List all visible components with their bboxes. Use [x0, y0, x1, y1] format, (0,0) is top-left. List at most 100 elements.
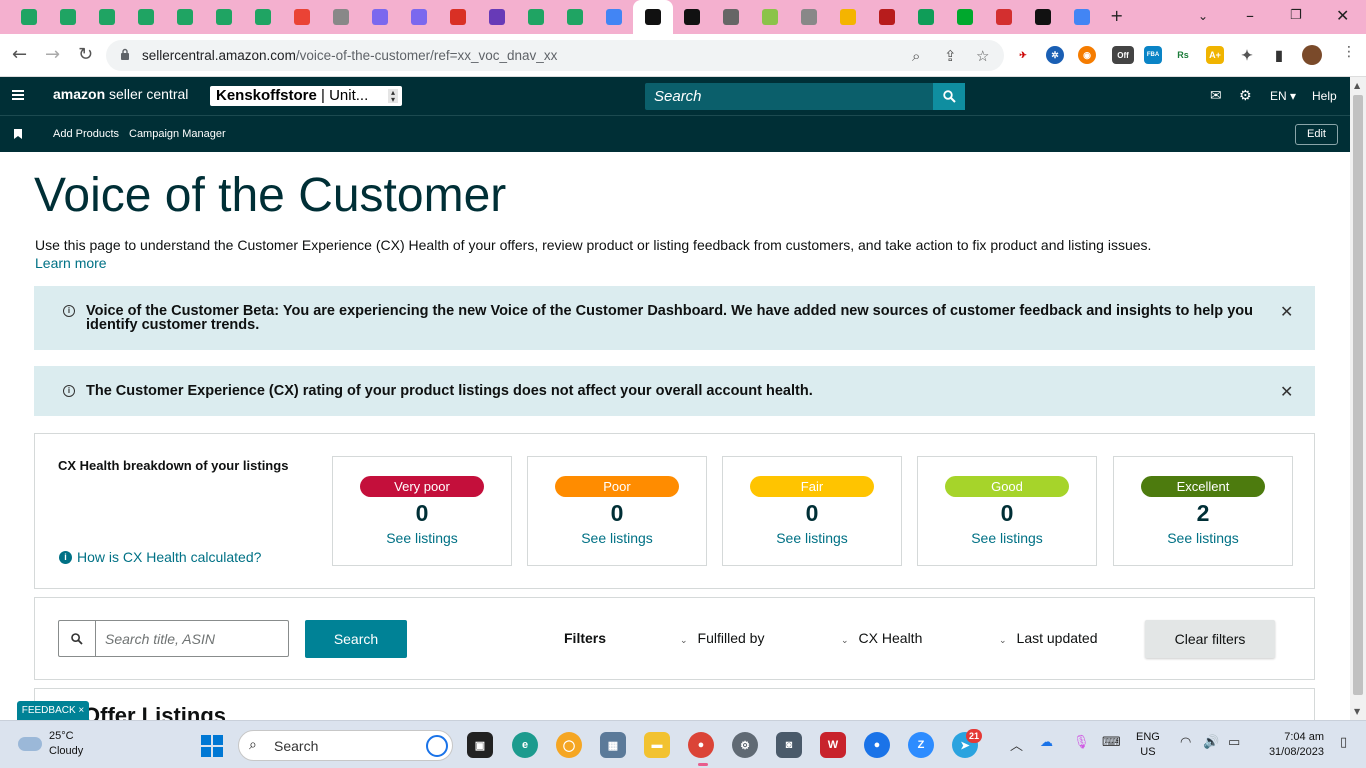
- filter-last-updated[interactable]: ⌄ Last updated: [999, 630, 1098, 646]
- seller-central-logo[interactable]: amazon seller central: [53, 86, 188, 102]
- browser-tab[interactable]: [914, 5, 938, 29]
- browser-tab[interactable]: [485, 5, 509, 29]
- nav-add-products[interactable]: Add Products: [53, 128, 119, 140]
- clear-filters-button[interactable]: Clear filters: [1145, 620, 1275, 658]
- browser-tab[interactable]: [1031, 5, 1055, 29]
- zoom-app-icon[interactable]: Z: [908, 732, 934, 758]
- header-search[interactable]: Search: [645, 83, 965, 110]
- browser-tab[interactable]: [680, 5, 704, 29]
- search-button[interactable]: Search: [305, 620, 407, 658]
- side-panel-icon[interactable]: ▮: [1270, 46, 1288, 64]
- battery-icon[interactable]: ▭: [1228, 735, 1240, 750]
- listing-search-input[interactable]: Search title, ASIN: [58, 620, 289, 657]
- browser-tab[interactable]: [563, 5, 587, 29]
- share-icon[interactable]: ⇪: [944, 47, 957, 65]
- browser-tab[interactable]: [992, 5, 1016, 29]
- extension-icon[interactable]: ✈: [1014, 46, 1032, 64]
- chrome-icon[interactable]: ●: [688, 732, 714, 758]
- volume-icon[interactable]: 🔊: [1203, 735, 1219, 750]
- browser-tab[interactable]: [797, 5, 821, 29]
- browser-tab[interactable]: [17, 5, 41, 29]
- scrollbar-thumb[interactable]: [1353, 95, 1363, 695]
- extension-icon[interactable]: ✲: [1046, 46, 1064, 64]
- extension-fba-icon[interactable]: FBA: [1144, 46, 1162, 64]
- mail-icon[interactable]: ✉: [1210, 88, 1222, 104]
- weather-widget[interactable]: 25°C Cloudy: [18, 729, 83, 759]
- browser-tab[interactable]: [836, 5, 860, 29]
- profile-avatar[interactable]: [1302, 45, 1322, 65]
- tray-overflow-icon[interactable]: ︿: [1010, 735, 1023, 754]
- extension-icon[interactable]: Rs: [1174, 46, 1192, 64]
- task-view-icon[interactable]: ▣: [467, 732, 493, 758]
- wifi-icon[interactable]: ◠: [1180, 735, 1191, 750]
- restore-icon[interactable]: ❐: [1290, 8, 1302, 23]
- browser-tab[interactable]: [56, 5, 80, 29]
- windows-start-icon[interactable]: [201, 735, 223, 757]
- tab-search-chevron-icon[interactable]: ⌄: [1198, 9, 1208, 23]
- calculator-icon[interactable]: ▦: [600, 732, 626, 758]
- browser-tab[interactable]: [173, 5, 197, 29]
- cx-health-how-link[interactable]: i How is CX Health calculated?: [59, 549, 261, 565]
- browser-tab[interactable]: [719, 5, 743, 29]
- edit-bookmarks-button[interactable]: Edit: [1295, 124, 1338, 145]
- close-window-icon[interactable]: ✕: [1336, 6, 1349, 25]
- browser-tab[interactable]: [134, 5, 158, 29]
- browser-tab[interactable]: [1070, 5, 1094, 29]
- browser-tab[interactable]: [633, 0, 673, 34]
- settings-gear-icon[interactable]: ⚙: [732, 732, 758, 758]
- chrome-profile-icon[interactable]: ●: [864, 732, 890, 758]
- browser-tab[interactable]: [290, 5, 314, 29]
- browser-tab[interactable]: [329, 5, 353, 29]
- browser-tab[interactable]: [875, 5, 899, 29]
- file-explorer-icon[interactable]: ▬: [644, 732, 670, 758]
- zoom-icon[interactable]: ⌕: [912, 47, 920, 65]
- browser-tab[interactable]: [368, 5, 392, 29]
- see-listings-link[interactable]: See listings: [333, 530, 511, 546]
- filter-fulfilled-by[interactable]: ⌄ Fulfilled by: [680, 630, 764, 646]
- extension-off-badge[interactable]: Off: [1112, 46, 1134, 64]
- camera-icon[interactable]: ◙: [776, 732, 802, 758]
- store-selector[interactable]: Kenskoffstore | Unit... ▴ ▾: [210, 86, 402, 106]
- browser-tab[interactable]: [251, 5, 275, 29]
- language-indicator[interactable]: ENG US: [1136, 730, 1160, 760]
- browser-tab[interactable]: [407, 5, 431, 29]
- browser-tab[interactable]: [95, 5, 119, 29]
- reload-icon[interactable]: ↻: [78, 44, 93, 65]
- new-tab-button[interactable]: +: [1110, 6, 1123, 25]
- browser-menu-icon[interactable]: ⋮: [1342, 44, 1356, 60]
- close-alert-icon[interactable]: ✕: [1280, 382, 1293, 401]
- browser-tab[interactable]: [524, 5, 548, 29]
- minimize-icon[interactable]: –: [1246, 6, 1254, 25]
- browser-tab[interactable]: [602, 5, 626, 29]
- browser-tab[interactable]: [758, 5, 782, 29]
- back-icon[interactable]: ←: [12, 44, 27, 65]
- bing-icon[interactable]: [426, 735, 448, 757]
- notifications-icon[interactable]: ▯: [1340, 735, 1347, 750]
- page-scrollbar[interactable]: ▲ ▼: [1350, 77, 1366, 720]
- edge-icon[interactable]: e: [512, 732, 538, 758]
- feedback-button[interactable]: FEEDBACK ×: [17, 701, 89, 720]
- clock[interactable]: 7:04 am 31/08/2023: [1258, 730, 1324, 760]
- scroll-down-icon[interactable]: ▼: [1354, 707, 1360, 716]
- browser-tab[interactable]: [953, 5, 977, 29]
- see-listings-link[interactable]: See listings: [918, 530, 1096, 546]
- bookmark-star-icon[interactable]: ☆: [976, 47, 989, 65]
- menu-hamburger-icon[interactable]: [12, 90, 24, 100]
- extension-icon[interactable]: ◉: [1078, 46, 1096, 64]
- scroll-up-icon[interactable]: ▲: [1354, 81, 1360, 90]
- help-link[interactable]: Help: [1312, 89, 1337, 103]
- language-selector[interactable]: EN ▾: [1270, 89, 1296, 103]
- wps-icon[interactable]: W: [820, 732, 846, 758]
- filter-cx-health[interactable]: ⌄ CX Health: [841, 630, 922, 646]
- keyboard-icon[interactable]: ⌨: [1102, 735, 1121, 750]
- extensions-puzzle-icon[interactable]: ✦: [1238, 46, 1256, 64]
- browser-tab[interactable]: [446, 5, 470, 29]
- address-bar[interactable]: sellercentral.amazon.com/voice-of-the-cu…: [106, 40, 1004, 71]
- app-icon[interactable]: ◯: [556, 732, 582, 758]
- microphone-icon[interactable]: 🎙: [1073, 735, 1090, 750]
- nav-campaign-manager[interactable]: Campaign Manager: [129, 128, 226, 140]
- header-search-button[interactable]: [933, 83, 965, 110]
- learn-more-link[interactable]: Learn more: [35, 255, 107, 271]
- browser-tab[interactable]: [212, 5, 236, 29]
- see-listings-link[interactable]: See listings: [723, 530, 901, 546]
